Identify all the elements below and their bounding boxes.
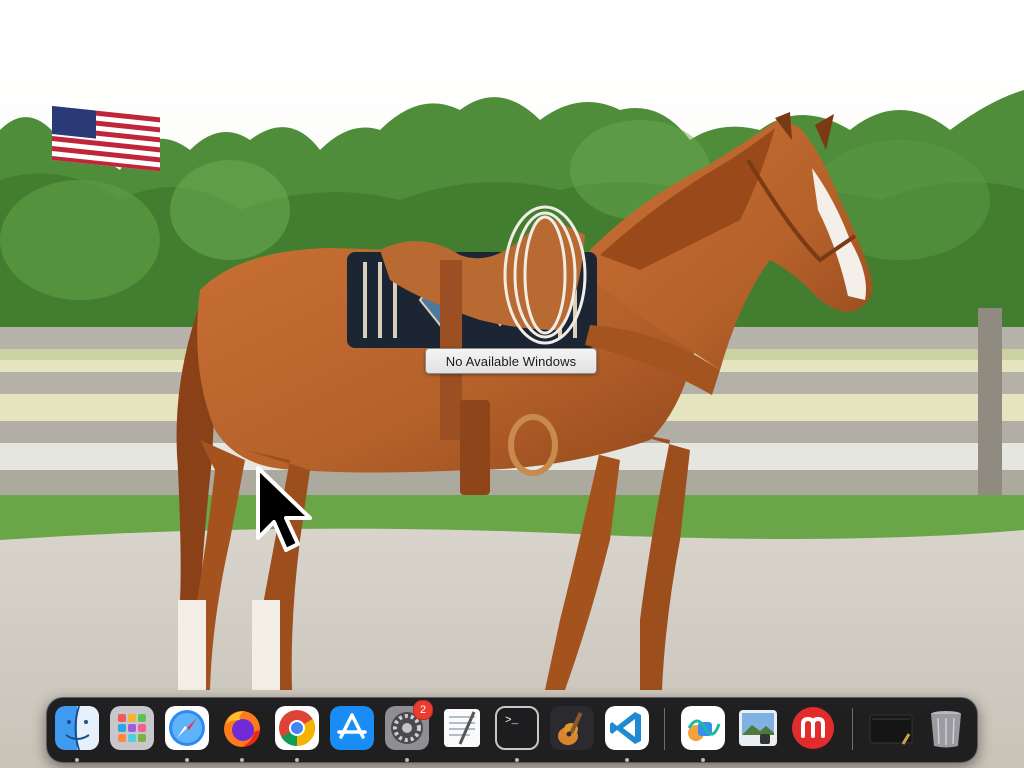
trash-icon	[924, 706, 968, 750]
textedit-icon	[440, 706, 484, 750]
dock: 2 >_	[46, 697, 978, 763]
running-indicator	[295, 758, 299, 762]
desktop-wallpaper	[0, 0, 1024, 768]
finder-icon	[55, 706, 99, 750]
dock-item-preview[interactable]	[736, 706, 780, 750]
launchpad-icon	[110, 706, 154, 750]
running-indicator	[240, 758, 244, 762]
dock-item-vscode[interactable]	[605, 706, 649, 762]
dock-item-launchpad[interactable]	[110, 706, 154, 750]
chrome-icon	[275, 706, 319, 750]
terminal-prompt: >_	[505, 715, 519, 727]
running-indicator	[405, 758, 409, 762]
firefox-icon	[220, 706, 264, 750]
running-indicator	[75, 758, 79, 762]
tooltip-text: No Available Windows	[445, 353, 577, 369]
running-indicator	[701, 758, 705, 762]
dock-item-mastodon[interactable]	[791, 706, 835, 750]
dock-item-garageband[interactable]	[550, 706, 594, 750]
notification-badge: 2	[413, 700, 433, 720]
garageband-icon	[550, 706, 594, 750]
dock-separator	[664, 708, 665, 750]
safari-icon	[165, 706, 209, 750]
vscode-icon	[605, 706, 649, 750]
dock-item-trash[interactable]	[924, 706, 968, 750]
terminal-icon: >_	[495, 706, 539, 750]
downloads-stack-icon	[869, 706, 913, 750]
no-available-windows-tooltip: No Available Windows	[425, 348, 597, 374]
mouse-pointer-icon	[254, 466, 314, 558]
dock-item-safari[interactable]	[165, 706, 209, 762]
dock-item-chrome[interactable]	[275, 706, 319, 762]
running-indicator	[625, 758, 629, 762]
preview-icon	[736, 706, 780, 750]
running-indicator	[515, 758, 519, 762]
dock-item-freeform[interactable]	[681, 706, 725, 762]
running-indicator	[185, 758, 189, 762]
freeform-icon	[681, 706, 725, 750]
dock-item-terminal[interactable]: >_	[495, 706, 539, 762]
app-store-icon	[330, 706, 374, 750]
dock-item-downloads[interactable]	[869, 706, 913, 750]
dock-separator	[852, 708, 853, 750]
mastodon-icon	[791, 706, 835, 750]
dock-item-system-settings[interactable]: 2	[385, 700, 433, 762]
dock-item-textedit[interactable]	[440, 706, 484, 750]
dock-item-firefox[interactable]	[220, 706, 264, 762]
dock-item-finder[interactable]	[55, 706, 99, 762]
american-flag	[52, 106, 160, 172]
dock-item-app-store[interactable]	[330, 706, 374, 750]
